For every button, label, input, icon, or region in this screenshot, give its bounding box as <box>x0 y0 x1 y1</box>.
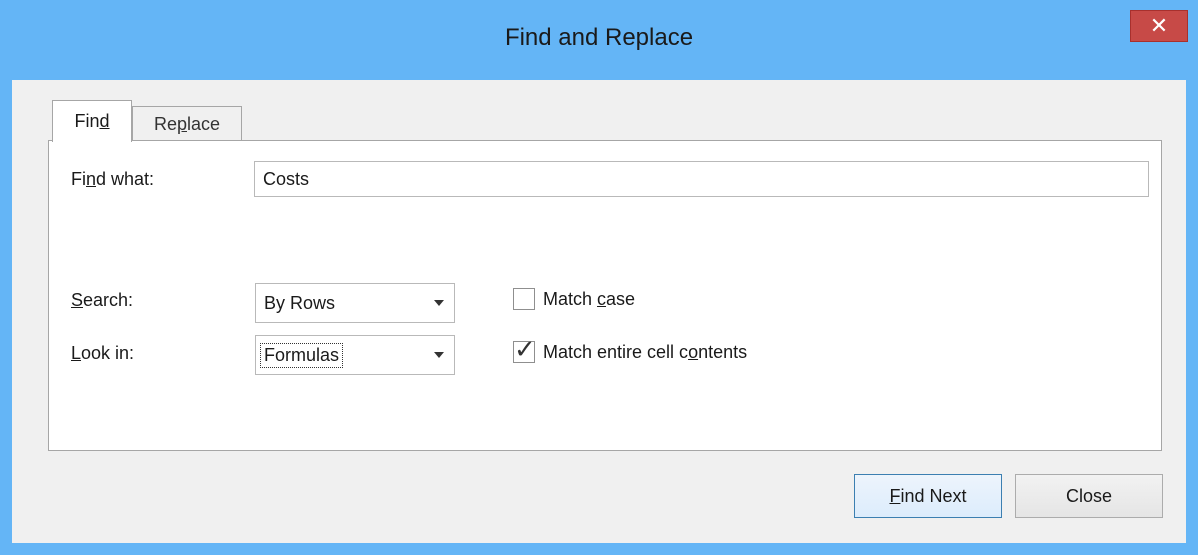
search-label: Search: <box>71 290 134 310</box>
match-entire-cell-label[interactable]: Match entire cell contents <box>543 342 747 363</box>
tab-find-label: Find <box>74 111 110 131</box>
title-bar[interactable]: Find and Replace ✕ <box>0 0 1198 80</box>
match-case-label[interactable]: Match case <box>543 289 635 310</box>
find-next-label: Find Next <box>889 485 967 506</box>
find-what-label: Find what: <box>71 169 155 189</box>
chevron-down-icon <box>434 352 444 358</box>
close-button-label: Close <box>1065 485 1113 506</box>
checkmark-icon: ✓ <box>514 334 536 364</box>
look-in-select-value: Formulas <box>259 343 344 368</box>
dialog-body: Find Replace Find what: Search: By Rows … <box>12 80 1186 543</box>
tab-replace[interactable]: Replace <box>132 106 242 141</box>
window-title: Find and Replace <box>504 24 694 51</box>
find-what-input[interactable] <box>254 161 1149 197</box>
tab-replace-label: Replace <box>153 113 221 134</box>
match-case-checkbox[interactable] <box>513 288 535 310</box>
tab-find[interactable]: Find <box>52 100 132 142</box>
find-replace-window: Find and Replace ✕ Find Replace Find wha… <box>0 0 1198 555</box>
search-select[interactable]: By Rows <box>255 283 455 323</box>
match-entire-cell-checkbox[interactable]: ✓ <box>513 336 536 363</box>
window-close-button[interactable]: ✕ <box>1130 10 1188 42</box>
search-select-value: By Rows <box>264 293 336 313</box>
find-next-button[interactable]: Find Next <box>854 474 1002 518</box>
close-button[interactable]: Close <box>1015 474 1163 518</box>
find-tab-panel: Find what: Search: By Rows Look in: Form… <box>48 140 1162 451</box>
chevron-down-icon <box>434 300 444 306</box>
close-icon: ✕ <box>1149 13 1169 38</box>
look-in-select[interactable]: Formulas <box>255 335 455 375</box>
look-in-label: Look in: <box>71 343 135 363</box>
